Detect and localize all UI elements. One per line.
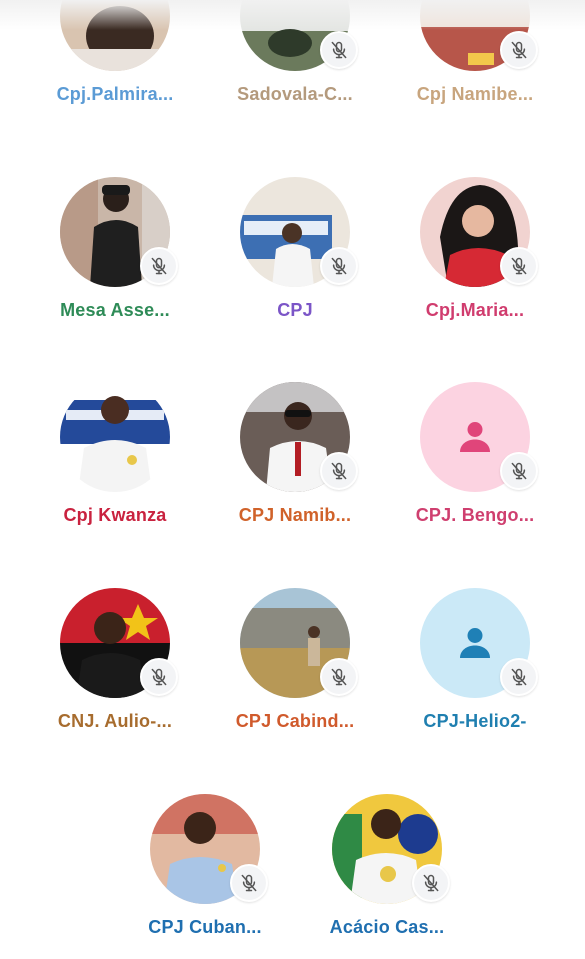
- participants-grid: Cpj.Palmira... Sadovala-C... Cpj Namibe.…: [0, 0, 585, 953]
- participant-tile[interactable]: CPJ Namib...: [205, 382, 385, 547]
- participant-tile[interactable]: Cpj.Palmira...: [25, 0, 205, 126]
- participant-tile[interactable]: Cpj Namibe...: [385, 0, 565, 126]
- participant-name: CPJ: [277, 300, 313, 320]
- participant-name: Cpj Kwanza: [63, 505, 167, 525]
- participant-name: CPJ Namib...: [238, 505, 352, 525]
- mic-muted-badge: [412, 864, 450, 902]
- participant-tile[interactable]: CPJ Cuban...: [115, 794, 295, 959]
- participant-tile[interactable]: CPJ-Helio2-: [385, 588, 565, 753]
- mic-off-icon: [151, 257, 167, 275]
- mic-muted-badge: [140, 658, 178, 696]
- mic-off-icon: [241, 874, 257, 892]
- mic-off-icon: [331, 668, 347, 686]
- mic-off-icon: [511, 668, 527, 686]
- participant-tile[interactable]: CNJ. Aulio-...: [25, 588, 205, 753]
- mic-off-icon: [331, 257, 347, 275]
- participant-name: CNJ. Aulio-...: [57, 711, 173, 731]
- mic-muted-badge: [140, 247, 178, 285]
- mic-muted-badge: [320, 452, 358, 490]
- participant-tile[interactable]: Sadovala-C...: [205, 0, 385, 126]
- mic-off-icon: [151, 668, 167, 686]
- mic-muted-badge: [500, 247, 538, 285]
- participant-name: Mesa Asse...: [60, 300, 170, 320]
- mic-muted-badge: [320, 658, 358, 696]
- participant-avatar: [60, 382, 170, 492]
- mic-muted-badge: [500, 31, 538, 69]
- participant-tile[interactable]: Cpj.Maria...: [385, 177, 565, 342]
- mic-off-icon: [511, 41, 527, 59]
- mic-off-icon: [331, 41, 347, 59]
- participant-name: Cpj.Maria...: [425, 300, 525, 320]
- participant-name: CPJ Cabind...: [235, 711, 355, 731]
- participant-avatar: [60, 0, 170, 71]
- participant-tile[interactable]: Mesa Asse...: [25, 177, 205, 342]
- participant-name: CPJ-Helio2-: [423, 711, 527, 731]
- participant-tile[interactable]: Acácio Cas...: [297, 794, 477, 959]
- participant-name: CPJ Cuban...: [148, 917, 262, 937]
- mic-muted-badge: [320, 247, 358, 285]
- participant-name: Sadovala-C...: [237, 84, 353, 104]
- participant-name: CPJ. Bengo...: [415, 505, 535, 525]
- mic-off-icon: [511, 257, 527, 275]
- participant-tile[interactable]: CPJ Cabind...: [205, 588, 385, 753]
- mic-muted-badge: [320, 31, 358, 69]
- mic-muted-badge: [500, 658, 538, 696]
- mic-muted-badge: [230, 864, 268, 902]
- mic-off-icon: [423, 874, 439, 892]
- participant-name: Cpj.Palmira...: [56, 84, 174, 104]
- participant-tile[interactable]: Cpj Kwanza: [25, 382, 205, 547]
- participant-name: Cpj Namibe...: [416, 84, 534, 104]
- mic-muted-badge: [500, 452, 538, 490]
- person-icon: [460, 422, 490, 452]
- mic-off-icon: [511, 462, 527, 480]
- participant-tile[interactable]: CPJ: [205, 177, 385, 342]
- person-icon: [460, 628, 490, 658]
- participant-name: Acácio Cas...: [329, 917, 445, 937]
- mic-off-icon: [331, 462, 347, 480]
- participant-tile[interactable]: CPJ. Bengo...: [385, 382, 565, 547]
